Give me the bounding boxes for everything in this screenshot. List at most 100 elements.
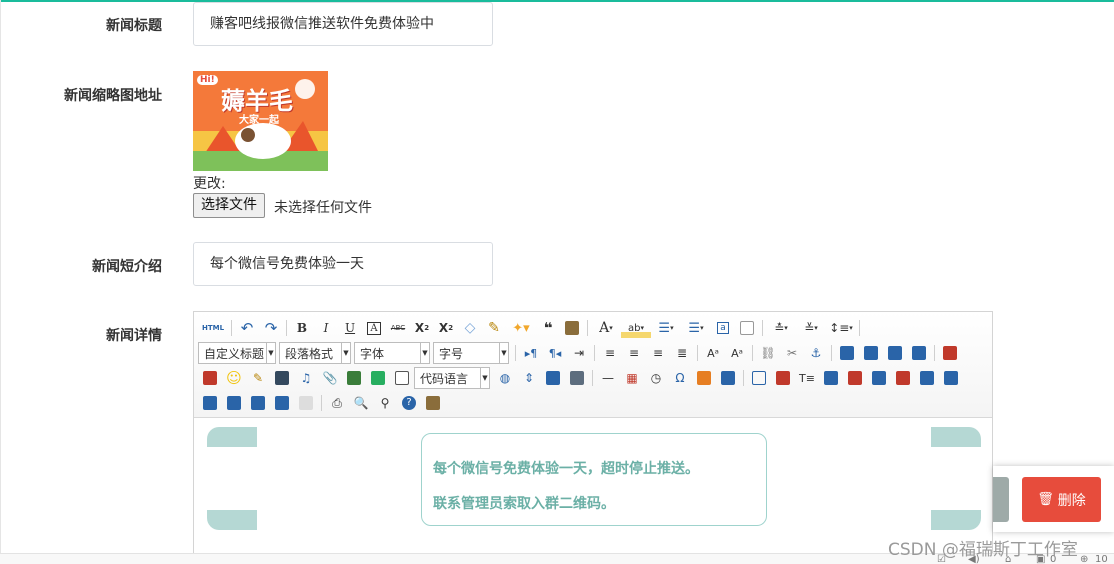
paste-text-icon[interactable] <box>560 318 584 338</box>
rtl-icon[interactable]: ¶◂ <box>543 343 567 363</box>
paragraph-select[interactable]: 段落格式 ▼ <box>279 342 351 364</box>
background-color-icon[interactable]: ab ▾ <box>621 318 651 338</box>
unlink-icon[interactable]: ✂ <box>780 343 804 363</box>
undo-icon[interactable]: ↶ <box>235 318 259 338</box>
zoom-icon: ⊕ <box>1080 554 1089 564</box>
font-border-icon[interactable]: A <box>362 318 386 338</box>
code-language-select[interactable]: 代码语言 ▼ <box>414 367 490 389</box>
ordered-list-icon[interactable]: ☰ ▾ <box>651 318 681 338</box>
search-replace-icon[interactable] <box>716 368 740 388</box>
align-justify-icon[interactable]: ≣ <box>670 343 694 363</box>
insert-table-icon[interactable] <box>747 368 771 388</box>
anchor-icon[interactable]: ⚓ <box>804 343 828 363</box>
subscript-icon[interactable]: X2 <box>434 318 458 338</box>
preview-icon[interactable]: 🔍 <box>349 393 373 413</box>
intro-input[interactable]: 每个微信号免费体验一天 <box>193 242 493 286</box>
horizontal-rule-icon[interactable]: — <box>596 368 620 388</box>
row-spacing-bottom-icon[interactable]: ≚ ▾ <box>796 318 826 338</box>
split-cols-icon[interactable] <box>270 393 294 413</box>
image-left-icon[interactable] <box>859 343 883 363</box>
word-image-icon[interactable] <box>692 368 716 388</box>
music-icon[interactable]: ♫ <box>294 368 318 388</box>
eraser-icon[interactable]: ◇ <box>458 318 482 338</box>
thumb-subtext: 大家一起 <box>239 115 279 126</box>
image-none-icon[interactable] <box>835 343 859 363</box>
font-color-icon[interactable]: A ▾ <box>591 318 621 338</box>
help-icon[interactable]: ? <box>397 393 421 413</box>
content-line-1: 每个微信号免费体验一天，超时停止推送。 <box>433 461 699 477</box>
font-size-select[interactable]: 字号 ▼ <box>433 342 509 364</box>
page-break-icon[interactable]: ⇕ <box>517 368 541 388</box>
indent-icon[interactable]: ⇥ <box>567 343 591 363</box>
content-line-2: 联系管理员索取入群二维码。 <box>433 496 615 512</box>
insert-image-icon[interactable] <box>198 368 222 388</box>
title-input[interactable]: 赚客吧线报微信推送软件免费体验中 <box>193 2 493 46</box>
unordered-list-icon[interactable]: ☰ ▾ <box>681 318 711 338</box>
insert-video-icon[interactable] <box>270 368 294 388</box>
image-right-icon[interactable] <box>883 343 907 363</box>
uppercase-icon[interactable]: Aᵃ <box>701 343 725 363</box>
change-label: 更改: <box>193 176 226 192</box>
delete-table-icon[interactable] <box>771 368 795 388</box>
background-icon[interactable] <box>541 368 565 388</box>
delete-row-icon[interactable] <box>843 368 867 388</box>
time-icon[interactable]: ◷ <box>644 368 668 388</box>
redo-icon[interactable]: ↷ <box>259 318 283 338</box>
strikethrough-button[interactable]: ABC <box>386 318 410 338</box>
emotion-icon[interactable]: ☺ <box>222 368 246 388</box>
secondary-button[interactable] <box>993 477 1009 522</box>
special-char-icon[interactable]: Ω <box>668 368 692 388</box>
left-border <box>0 0 1 564</box>
html-source-button[interactable]: HTML <box>198 318 228 338</box>
search-icon[interactable]: ⚲ <box>373 393 397 413</box>
font-family-select[interactable]: 字体 ▼ <box>354 342 430 364</box>
bold-button[interactable]: B <box>290 318 314 338</box>
insert-frame-icon[interactable] <box>342 368 366 388</box>
format-brush-icon[interactable]: ✎ <box>482 318 506 338</box>
underline-button[interactable]: U <box>338 318 362 338</box>
align-center-icon[interactable]: ≡ <box>622 343 646 363</box>
line-height-icon[interactable]: ↕≡ ▾ <box>826 318 856 338</box>
image-center-icon[interactable] <box>907 343 931 363</box>
merge-cells-icon[interactable] <box>915 368 939 388</box>
auto-format-icon[interactable]: ✦▾ <box>506 318 536 338</box>
link-icon[interactable]: ⛓ <box>756 343 780 363</box>
drafts-icon[interactable] <box>421 393 445 413</box>
superscript-icon[interactable]: X2 <box>410 318 434 338</box>
file-status: 未选择任何文件 <box>274 200 372 216</box>
lowercase-icon[interactable]: Aᵃ <box>725 343 749 363</box>
custom-title-select[interactable]: 自定义标题 ▼ <box>198 342 276 364</box>
choose-file-button[interactable]: 选择文件 <box>193 193 265 218</box>
simple-upload-icon[interactable] <box>938 343 962 363</box>
clear-doc-icon[interactable] <box>735 318 759 338</box>
insert-paragraph-before-table-icon[interactable]: T≡ <box>795 368 819 388</box>
split-cells-icon[interactable] <box>222 393 246 413</box>
attachment-icon[interactable]: 📎 <box>318 368 342 388</box>
web-app-icon[interactable]: ◍ <box>493 368 517 388</box>
blockquote-icon[interactable]: ❝ <box>536 318 560 338</box>
template-icon[interactable] <box>390 368 414 388</box>
select-all-icon[interactable]: a <box>711 318 735 338</box>
detail-label: 新闻详情 <box>106 328 162 344</box>
align-left-icon[interactable]: ≡ <box>598 343 622 363</box>
chart-icon[interactable] <box>294 393 318 413</box>
insert-row-icon[interactable] <box>819 368 843 388</box>
delete-col-icon[interactable] <box>891 368 915 388</box>
date-icon[interactable]: ▦ <box>620 368 644 388</box>
row-spacing-top-icon[interactable]: ≛ ▾ <box>766 318 796 338</box>
split-rows-icon[interactable] <box>246 393 270 413</box>
scrawl-icon[interactable]: ✎ <box>246 368 270 388</box>
align-right-icon[interactable]: ≡ <box>646 343 670 363</box>
print-icon[interactable]: ⎙ <box>325 393 349 413</box>
merge-down-icon[interactable] <box>198 393 222 413</box>
insert-col-icon[interactable] <box>867 368 891 388</box>
ltr-icon[interactable]: ▸¶ <box>519 343 543 363</box>
merge-right-icon[interactable] <box>939 368 963 388</box>
decor-top-left <box>207 427 257 447</box>
delete-button[interactable]: 🗑 删除 <box>1022 477 1101 522</box>
italic-button[interactable]: I <box>314 318 338 338</box>
snapscreen-icon[interactable] <box>565 368 589 388</box>
editor-content[interactable]: 每个微信号免费体验一天，超时停止推送。 联系管理员索取入群二维码。 <box>194 419 992 564</box>
map-icon[interactable] <box>366 368 390 388</box>
delete-label: 删除 <box>1057 492 1086 509</box>
